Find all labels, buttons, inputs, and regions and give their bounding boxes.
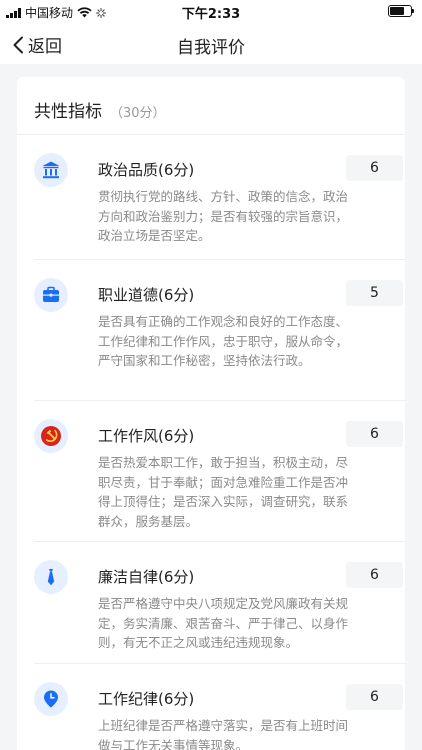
score-input[interactable]	[346, 562, 403, 588]
score-input[interactable]	[346, 280, 403, 306]
list-item: 政治品质(6分) 贯彻执行党的路线、方针、政策的信念，政治方向和政治鉴别力；是否…	[34, 135, 405, 260]
item-name: 工作纪律(6分)	[98, 690, 195, 708]
item-name: 政治品质(6分)	[98, 161, 195, 179]
government-building-icon	[34, 153, 68, 187]
necktie-icon	[34, 560, 68, 594]
status-time: 下午2:33	[181, 7, 241, 22]
score-input[interactable]	[346, 155, 403, 181]
briefcase-icon	[34, 278, 68, 312]
battery-icon	[388, 5, 414, 17]
item-description: 是否具有正确的工作观念和良好的工作态度、工作纪律和工作作风，忠于职守，服从命令，…	[98, 314, 349, 368]
section-title: 共性指标	[34, 102, 102, 122]
battery-level	[390, 7, 404, 15]
list-item: 工作纪律(6分) 上班纪律是否严格遵守落实，是否有上班时间做与工作无关事情等现象…	[34, 664, 405, 750]
section-score-note: （30分）	[110, 106, 166, 121]
evaluation-card: 共性指标 （30分） 政治品质(6分) 贯彻执行党的路线、方针、政策的信念，政治方…	[17, 77, 405, 750]
page-title: 自我评价	[177, 38, 245, 58]
item-description: 是否严格遵守中央八项规定及党风廉政有关规定，务实清廉、艰苦奋斗、严于律己、以身作…	[98, 596, 349, 650]
nav-bar: 返回 自我评价	[0, 24, 422, 64]
score-input[interactable]	[346, 421, 403, 447]
list-item: 工作作风(6分) 是否热爱本职工作，敢于担当，积极主动，尽职尽责，甘于奉献；面对…	[34, 401, 405, 542]
item-description: 贯彻执行党的路线、方针、政策的信念，政治方向和政治鉴别力；是否有较强的宗旨意识，…	[98, 189, 349, 243]
item-description: 上班纪律是否严格遵守落实，是否有上班时间做与工作无关事情等现象。	[98, 718, 349, 750]
list-item: 廉洁自律(6分) 是否严格遵守中央八项规定及党风廉政有关规定，务实清廉、艰苦奋斗…	[34, 542, 405, 664]
section-header: 共性指标 （30分）	[17, 77, 405, 135]
hammer-sickle-icon	[34, 419, 68, 453]
item-name: 廉洁自律(6分)	[98, 568, 195, 586]
item-name: 职业道德(6分)	[98, 286, 195, 304]
status-bar: 中国移动 下午2:33	[0, 0, 422, 24]
item-description: 是否热爱本职工作，敢于担当，积极主动，尽职尽责，甘于奉献；面对急难险重工作是否冲…	[98, 455, 349, 529]
clock-pin-icon	[34, 682, 68, 716]
list-item: 职业道德(6分) 是否具有正确的工作观念和良好的工作态度、工作纪律和工作作风，忠…	[34, 260, 405, 401]
score-input[interactable]	[346, 684, 403, 710]
item-name: 工作作风(6分)	[98, 427, 195, 445]
